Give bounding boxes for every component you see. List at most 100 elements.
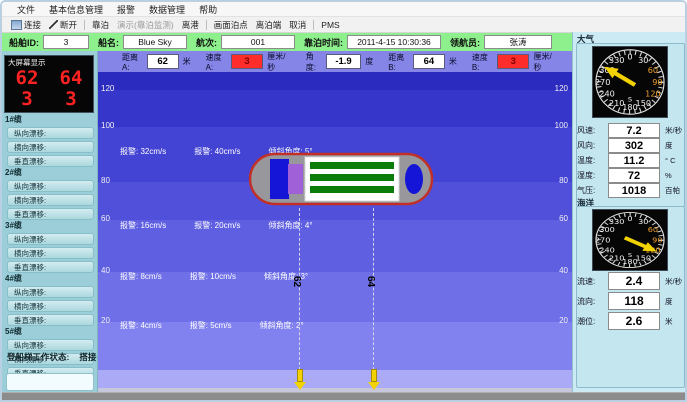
measurement-bar: 距离A: 62 米 速度A: 3 厘米/秒 角度: -1.9 度 距离B: 64… [98, 51, 572, 72]
speed-a-label: 速度A: [206, 52, 227, 72]
humidity-label: 湿度: [575, 170, 608, 181]
menu-basic-info[interactable]: 基本信息管理 [42, 2, 110, 17]
angle-unit: 度 [365, 56, 373, 67]
berth-time-label: 靠泊时间: [304, 36, 343, 49]
dial-label: 0 [627, 53, 632, 62]
cable-3-vertical-drift[interactable]: 垂直漂移: [7, 261, 94, 273]
temperature-value: 11.2 [608, 153, 660, 168]
berth-marker-a-icon [294, 369, 306, 390]
pilot-input[interactable]: 张涛 [484, 35, 552, 49]
alarm-row-3: 报警: 8cm/s 报警: 10cm/s 倾斜角度: 3° [120, 271, 308, 282]
cable-4-lateral-drift[interactable]: 横向漂移: [7, 300, 94, 312]
dial-label: 210 [609, 254, 625, 262]
speed-b-label: 速度B: [472, 52, 493, 72]
alarm-3-speed2: 报警: 10cm/s [190, 271, 236, 282]
cable-groups: 1#缆 纵向漂移: 横向漂移: 垂直漂移: 2#缆 纵向漂移: 横向漂移: 垂直… [2, 115, 97, 380]
tide-level-label: 潮位: [575, 316, 608, 327]
speed-a-unit: 厘米/秒 [267, 51, 291, 73]
pms-button[interactable]: PMS [317, 19, 343, 31]
pressure-unit: 百帕 [660, 185, 680, 196]
alarm-4-speed2: 报警: 5cm/s [190, 320, 232, 331]
ship-bow-tank [405, 164, 423, 194]
cable-2-longitudinal-drift[interactable]: 纵向漂移: [7, 180, 94, 192]
disconnect-button[interactable]: 断开 [45, 19, 81, 31]
berth-point-button[interactable]: 画面泊点 [210, 19, 252, 31]
ship-deckhouse [288, 164, 303, 194]
ship-id-label: 船舶ID: [9, 36, 39, 49]
menu-data[interactable]: 数据管理 [142, 2, 192, 17]
cable-3-lateral-drift[interactable]: 横向漂移: [7, 247, 94, 259]
dial-label: 150 [636, 254, 652, 262]
cable-2-vertical-drift[interactable]: 垂直漂移: [7, 208, 94, 220]
cable-4-vertical-drift[interactable]: 垂直漂移: [7, 314, 94, 326]
dial-label: 240 [599, 246, 615, 254]
unberth-end-button[interactable]: 离泊端 [252, 19, 286, 31]
wind-speed-value: 7.2 [608, 123, 660, 138]
berth-button[interactable]: 靠泊 [88, 19, 113, 31]
dial-label: 90 [652, 78, 662, 87]
ship-info-bar: 船舶ID: 3 船名: Blue Sky 航次: 001 靠泊时间: 2011-… [2, 33, 572, 51]
alarm-1-speed2: 报警: 40cm/s [194, 146, 240, 157]
ship-name-label: 船名: [98, 36, 119, 49]
gangway-status-label: 登船梯工作状态: [7, 351, 69, 363]
connect-button[interactable]: 连接 [7, 19, 45, 31]
depart-button[interactable]: 离港 [178, 19, 203, 31]
pressure-value: 1018 [608, 183, 660, 198]
dial-label: 180 [622, 103, 638, 112]
quay-strip [98, 370, 572, 388]
cable-2-lateral-drift[interactable]: 横向漂移: [7, 194, 94, 206]
dial-label: 30 [638, 218, 649, 226]
alarm-3-speed1: 报警: 8cm/s [120, 271, 162, 282]
speed-a-value: 3 [231, 54, 264, 69]
alarm-4-angle: 倾斜角度: 2° [260, 320, 304, 331]
dial-label: 120 [645, 90, 661, 99]
led-speed-b: 3 [49, 89, 93, 110]
cable-1-vertical-drift[interactable]: 垂直漂移: [7, 155, 94, 167]
angle-label: 角度: [306, 51, 322, 73]
demo-button[interactable]: 演示(靠泊监测) [113, 19, 178, 31]
angle-value: -1.9 [326, 54, 361, 69]
dial-label: 210 [609, 99, 625, 108]
toolbar: 连接 断开 靠泊 演示(靠泊监测) 离港 画面泊点 离泊端 取消 PMS [2, 16, 685, 33]
cargo-stripe [310, 162, 394, 169]
ship-name-input[interactable]: Blue Sky [123, 35, 187, 49]
cancel-button[interactable]: 取消 [285, 19, 310, 31]
humidity-value: 72 [608, 168, 660, 183]
led-speed-a: 3 [5, 89, 49, 110]
wind-direction-gauge: 0 30 60 90 120 150 180 210 240 270 300 3… [592, 46, 668, 118]
cable-1-lateral-drift[interactable]: 横向漂移: [7, 141, 94, 153]
alarm-2-angle: 倾斜角度: 4° [268, 220, 312, 231]
dial-label: 150 [636, 99, 652, 108]
pilot-label: 领航员: [450, 36, 480, 49]
cable-2-header: 2#缆 [2, 168, 97, 178]
cable-3-longitudinal-drift[interactable]: 纵向漂移: [7, 233, 94, 245]
voyage-input[interactable]: 001 [221, 35, 295, 49]
dial-label: 330 [609, 218, 625, 226]
pressure-row: 气压: 1018 百帕 [575, 183, 687, 198]
humidity-row: 湿度: 72 % [575, 168, 687, 183]
big-screen-display: 大屏幕显示 62 64 3 3 [4, 55, 94, 113]
wind-direction-unit: 度 [660, 140, 673, 151]
menu-file[interactable]: 文件 [10, 2, 42, 17]
ship-id-input[interactable]: 3 [43, 35, 89, 49]
dial-label: 240 [599, 90, 615, 99]
ship-bridge [270, 159, 289, 199]
alarm-4-speed1: 报警: 4cm/s [120, 320, 162, 331]
dial-south-label: S [628, 252, 632, 258]
cargo-stripe [310, 186, 394, 193]
menu-bar: 文件 基本信息管理 报警 数据管理 帮助 [2, 2, 685, 16]
menu-help[interactable]: 帮助 [192, 2, 224, 17]
cable-1-longitudinal-drift[interactable]: 纵向漂移: [7, 127, 94, 139]
toolbar-separator [84, 20, 85, 30]
cable-4-longitudinal-drift[interactable]: 纵向漂移: [7, 286, 94, 298]
led-value-b: 64 [49, 68, 93, 89]
berth-time-input[interactable]: 2011-4-15 10:30:36 [347, 35, 441, 49]
axis-right-100: 100 [555, 121, 568, 130]
dial-label: 300 [599, 226, 615, 234]
menu-alarm[interactable]: 报警 [110, 2, 142, 17]
axis-left-120: 120 [101, 84, 114, 93]
current-direction-value: 118 [608, 292, 660, 310]
berthing-plot: 距离A: 62 米 速度A: 3 厘米/秒 角度: -1.9 度 距离B: 64… [98, 51, 572, 392]
cable-5-longitudinal-drift[interactable]: 纵向漂移: [7, 339, 94, 351]
current-direction-gauge: 0 30 60 90 120 150 180 210 240 270 300 3… [592, 209, 668, 271]
